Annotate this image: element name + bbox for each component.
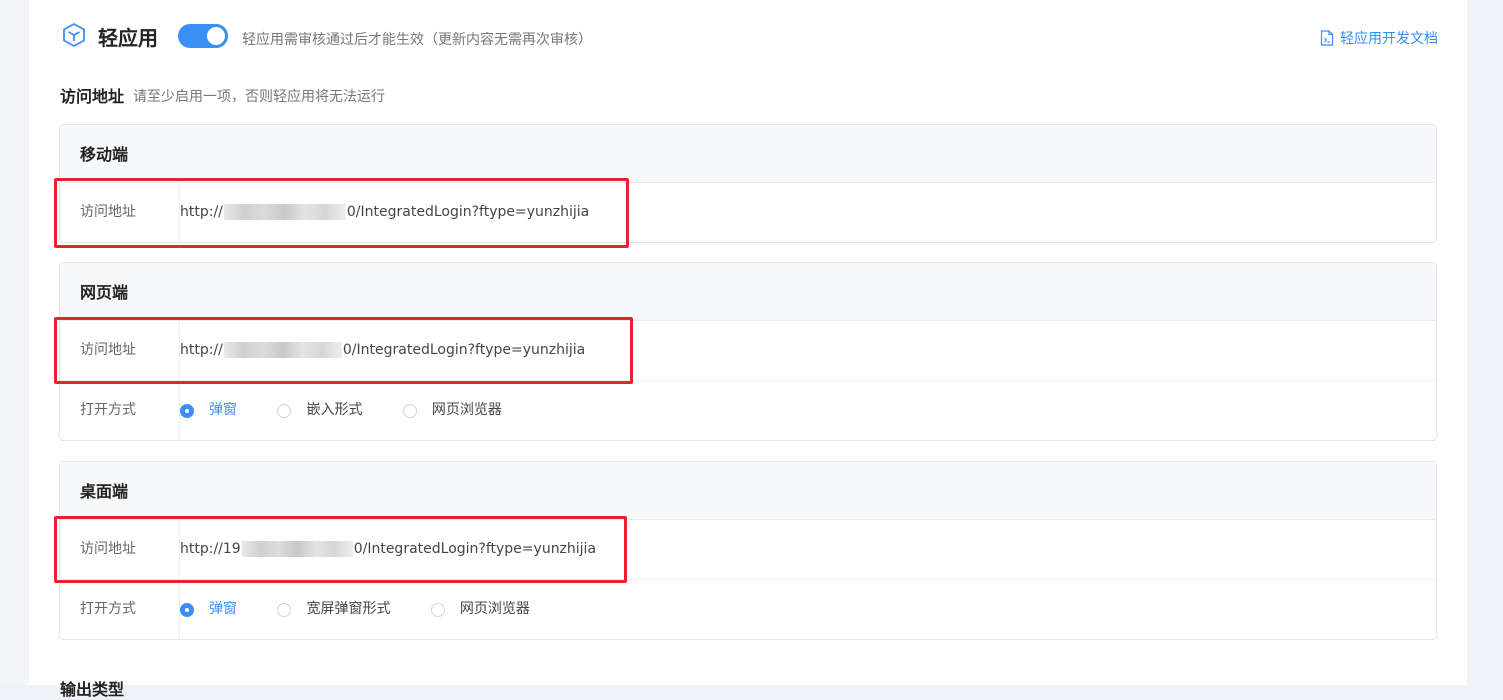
desktop-url-row: 访问地址 http://19 0/IntegratedLogin?ftype=yu… xyxy=(60,520,1436,580)
dev-doc-link[interactable]: 轻应用开发文档 xyxy=(1320,28,1438,48)
mobile-card-title: 移动端 xyxy=(60,125,1436,183)
redacted-blur xyxy=(241,541,353,557)
mobile-url-label: 访问地址 xyxy=(60,183,180,242)
page-title: 轻应用 xyxy=(98,26,158,50)
radio-selected-icon xyxy=(180,602,194,617)
mobile-card: 移动端 访问地址 http:// 0/IntegratedLogin?ftype=… xyxy=(59,124,1437,243)
web-open-mode-options: 弹窗 嵌入形式 网页浏览器 xyxy=(180,381,538,444)
web-option-embedded-label: 嵌入形式 xyxy=(306,402,363,418)
next-section-title: 输出类型 xyxy=(60,680,125,699)
desktop-option-wide-popup[interactable]: 宽屏弹窗形式 xyxy=(277,580,390,639)
desktop-option-browser-label: 网页浏览器 xyxy=(459,601,530,617)
document-icon xyxy=(1320,30,1334,46)
access-section-hint: 请至少启用一项，否则轻应用将无法运行 xyxy=(133,89,385,105)
desktop-url-value[interactable]: http://19 0/IntegratedLogin?ftype=yunzhij… xyxy=(180,520,596,579)
web-option-popup-label: 弹窗 xyxy=(209,402,237,418)
web-option-popup[interactable]: 弹窗 xyxy=(180,381,237,440)
radio-empty-icon xyxy=(402,403,417,418)
mobile-url-row: 访问地址 http:// 0/IntegratedLogin?ftype=yunz… xyxy=(60,183,1436,242)
desktop-card-title: 桌面端 xyxy=(60,462,1436,520)
toggle-knob xyxy=(207,27,225,45)
radio-selected-icon xyxy=(180,403,194,418)
desktop-option-popup-label: 弹窗 xyxy=(209,601,237,617)
desktop-option-popup[interactable]: 弹窗 xyxy=(180,580,237,639)
review-hint: 轻应用需审核通过后才能生效（更新内容无需再次审核） xyxy=(242,32,592,48)
web-option-browser-label: 网页浏览器 xyxy=(431,402,502,418)
access-section-title: 访问地址 xyxy=(60,87,125,106)
web-open-mode-row: 打开方式 弹窗 嵌入形式 网页浏览器 xyxy=(60,381,1436,440)
dev-doc-link-label: 轻应用开发文档 xyxy=(1340,31,1438,47)
light-app-toggle[interactable] xyxy=(178,24,228,48)
light-app-header: 轻应用 轻应用需审核通过后才能生效（更新内容无需再次审核） 轻应用开发文档 xyxy=(60,20,1438,52)
mobile-url-suffix: 0/IntegratedLogin?ftype=yunzhijia xyxy=(346,204,590,220)
web-url-value[interactable]: http:// 0/IntegratedLogin?ftype=yunzhijia xyxy=(180,321,585,380)
left-gap xyxy=(0,0,29,685)
radio-empty-icon xyxy=(430,602,445,617)
radio-empty-icon xyxy=(277,602,292,617)
desktop-open-mode-label: 打开方式 xyxy=(60,580,180,639)
web-open-mode-label: 打开方式 xyxy=(60,381,180,440)
web-url-row: 访问地址 http:// 0/IntegratedLogin?ftype=yunz… xyxy=(60,321,1436,381)
desktop-url-prefix: http://19 xyxy=(180,541,241,557)
web-option-browser[interactable]: 网页浏览器 xyxy=(402,381,502,440)
redacted-blur xyxy=(223,342,342,358)
web-card-title: 网页端 xyxy=(60,263,1436,321)
desktop-card: 桌面端 访问地址 http://19 0/IntegratedLogin?ftyp… xyxy=(59,461,1437,640)
web-url-prefix: http:// xyxy=(180,342,223,358)
desktop-option-browser[interactable]: 网页浏览器 xyxy=(430,580,530,639)
web-card: 网页端 访问地址 http:// 0/IntegratedLogin?ftype=… xyxy=(59,262,1437,441)
web-option-embedded[interactable]: 嵌入形式 xyxy=(277,381,362,440)
desktop-open-mode-row: 打开方式 弹窗 宽屏弹窗形式 网页浏览器 xyxy=(60,580,1436,639)
web-url-suffix: 0/IntegratedLogin?ftype=yunzhijia xyxy=(342,342,586,358)
right-gutter xyxy=(1467,0,1503,685)
desktop-open-mode-options: 弹窗 宽屏弹窗形式 网页浏览器 xyxy=(180,580,566,643)
radio-empty-icon xyxy=(277,403,292,418)
redacted-blur xyxy=(223,204,346,220)
desktop-url-suffix: 0/IntegratedLogin?ftype=yunzhijia xyxy=(353,541,597,557)
desktop-url-label: 访问地址 xyxy=(60,520,180,579)
mobile-url-value[interactable]: http:// 0/IntegratedLogin?ftype=yunzhijia xyxy=(180,183,589,242)
cube-icon xyxy=(63,23,85,47)
desktop-option-wide-popup-label: 宽屏弹窗形式 xyxy=(306,601,391,617)
mobile-url-prefix: http:// xyxy=(180,204,223,220)
web-url-label: 访问地址 xyxy=(60,321,180,380)
